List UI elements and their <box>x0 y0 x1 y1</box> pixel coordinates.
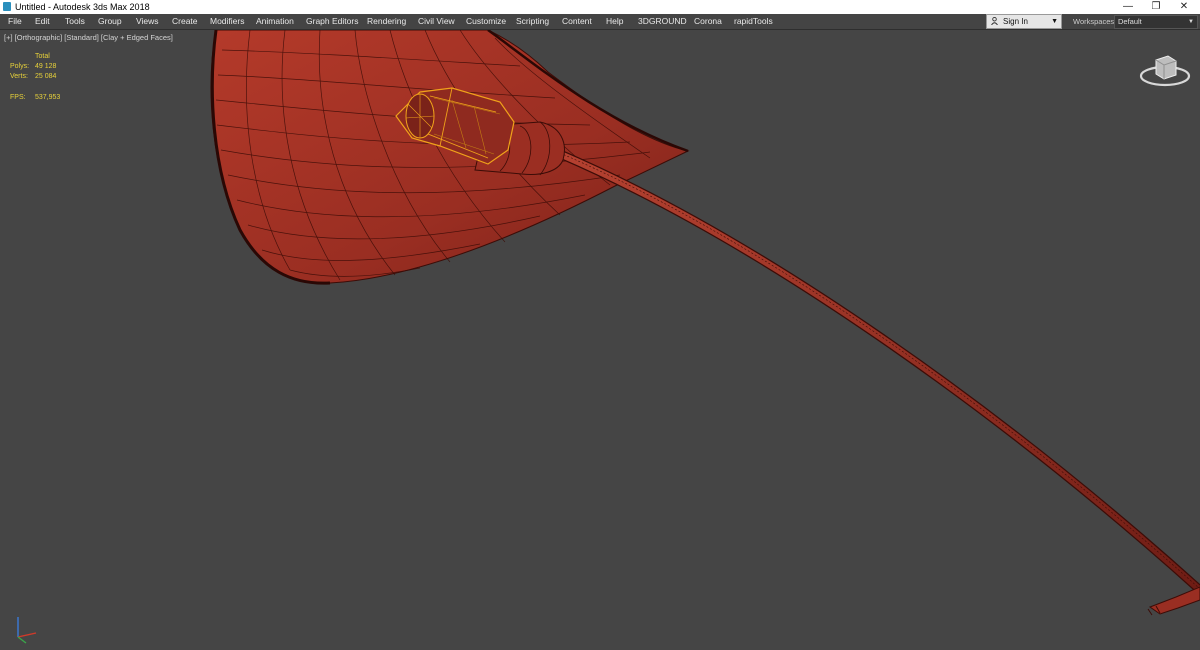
menu-group[interactable]: Group <box>98 14 122 29</box>
menu-edit[interactable]: Edit <box>35 14 50 29</box>
sign-in-label: Sign In <box>1003 17 1028 26</box>
scene-render[interactable] <box>0 30 1200 650</box>
viewport[interactable]: [+] [Orthographic] [Standard] [Clay + Ed… <box>0 30 1200 650</box>
menu-civil-view[interactable]: Civil View <box>418 14 455 29</box>
workspaces-select[interactable]: Default ▼ <box>1114 15 1198 29</box>
window-title: Untitled - Autodesk 3ds Max 2018 <box>15 2 150 12</box>
stats-verts-value: 25 084 <box>35 73 57 80</box>
menu-animation[interactable]: Animation <box>256 14 294 29</box>
stats-fps-label: FPS: <box>10 94 26 101</box>
menu-scripting[interactable]: Scripting <box>516 14 549 29</box>
menu-3dground[interactable]: 3DGROUND <box>638 14 687 29</box>
workspaces-label: Workspaces: <box>1073 17 1117 26</box>
menu-modifiers[interactable]: Modifiers <box>210 14 244 29</box>
stats-polys-label: Polys: <box>10 63 30 70</box>
stats-verts-label: Verts: <box>10 73 28 80</box>
menu-content[interactable]: Content <box>562 14 592 29</box>
menu-create[interactable]: Create <box>172 14 198 29</box>
lamp-cord-mesh[interactable] <box>555 149 1200 595</box>
stats-fps-value: 537,953 <box>35 94 61 101</box>
viewport-label[interactable]: [+] [Orthographic] [Standard] [Clay + Ed… <box>4 33 173 42</box>
menu-graph-editors[interactable]: Graph Editors <box>306 14 358 29</box>
stats-total-label: Total <box>35 53 50 60</box>
menu-file[interactable]: File <box>8 14 22 29</box>
viewcube-icon[interactable] <box>1138 50 1192 90</box>
app-icon <box>3 2 11 11</box>
minimize-icon[interactable]: — <box>1114 0 1142 14</box>
menu-tools[interactable]: Tools <box>65 14 85 29</box>
menu-views[interactable]: Views <box>136 14 159 29</box>
menu-help[interactable]: Help <box>606 14 623 29</box>
stats-polys-value: 49 128 <box>35 63 57 70</box>
menu-rendering[interactable]: Rendering <box>367 14 406 29</box>
workspaces-value: Default <box>1118 17 1142 26</box>
user-icon <box>991 17 998 25</box>
title-bar: Untitled - Autodesk 3ds Max 2018 — ❐ ✕ <box>0 0 1200 14</box>
chevron-down-icon: ▼ <box>1051 18 1058 25</box>
axis-tripod-icon <box>17 617 37 644</box>
menu-corona[interactable]: Corona <box>694 14 722 29</box>
chevron-down-icon: ▼ <box>1188 19 1194 25</box>
cord-plug-mesh[interactable] <box>1147 586 1200 616</box>
restore-icon[interactable]: ❐ <box>1142 0 1170 14</box>
close-icon[interactable]: ✕ <box>1170 0 1198 14</box>
menu-customize[interactable]: Customize <box>466 14 506 29</box>
menu-rapidtools[interactable]: rapidTools <box>734 14 773 29</box>
sign-in-dropdown[interactable]: Sign In ▼ <box>986 14 1062 29</box>
lamp-shade-mesh[interactable] <box>210 30 690 285</box>
